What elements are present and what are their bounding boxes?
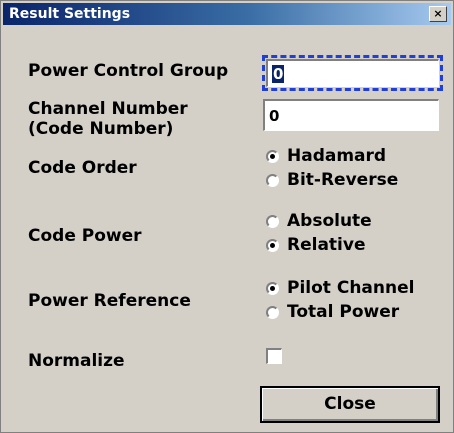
code-order-label: Code Order <box>28 158 137 178</box>
channel-number-label: Channel Number (Code Number) <box>28 99 188 139</box>
power-reference-option-pilot-channel[interactable]: Pilot Channel <box>266 278 414 298</box>
code-power-option-absolute[interactable]: Absolute <box>266 211 372 231</box>
code-order-option-label: Bit-Reverse <box>287 170 399 190</box>
result-settings-dialog: Result Settings × Power Control Group 0 … <box>0 0 454 433</box>
title-bar: Result Settings × <box>3 3 451 25</box>
close-button[interactable]: Close <box>260 386 440 423</box>
channel-number-input[interactable]: 0 <box>263 99 439 131</box>
radio-unselected-icon <box>266 173 279 187</box>
code-power-option-label: Absolute <box>287 211 372 231</box>
radio-selected-icon <box>266 149 279 163</box>
channel-number-label-line2: (Code Number) <box>28 119 174 139</box>
normalize-label: Normalize <box>28 351 125 371</box>
code-power-option-relative[interactable]: Relative <box>266 235 365 255</box>
power-control-group-input[interactable]: 0 <box>266 59 439 87</box>
power-control-group-label: Power Control Group <box>28 61 229 81</box>
channel-number-value: 0 <box>269 107 280 125</box>
channel-number-label-line1: Channel Number <box>28 99 188 119</box>
code-power-option-label: Relative <box>287 235 366 255</box>
window-title: Result Settings <box>9 6 131 22</box>
radio-selected-icon <box>266 281 279 295</box>
power-reference-option-label: Total Power <box>287 302 400 322</box>
power-reference-option-label: Pilot Channel <box>287 278 415 298</box>
normalize-checkbox[interactable] <box>266 348 282 364</box>
code-order-option-hadamard[interactable]: Hadamard <box>266 146 386 166</box>
radio-unselected-icon <box>266 305 279 319</box>
code-power-label: Code Power <box>28 226 142 246</box>
code-order-option-label: Hadamard <box>287 146 387 166</box>
code-order-option-bit-reverse[interactable]: Bit-Reverse <box>266 170 398 190</box>
radio-selected-icon <box>266 238 279 252</box>
window-close-button[interactable]: × <box>429 6 447 22</box>
power-reference-option-total-power[interactable]: Total Power <box>266 302 399 322</box>
close-icon: × <box>433 7 443 20</box>
power-reference-label: Power Reference <box>28 291 191 311</box>
radio-unselected-icon <box>266 214 279 228</box>
power-control-group-value: 0 <box>272 65 285 83</box>
